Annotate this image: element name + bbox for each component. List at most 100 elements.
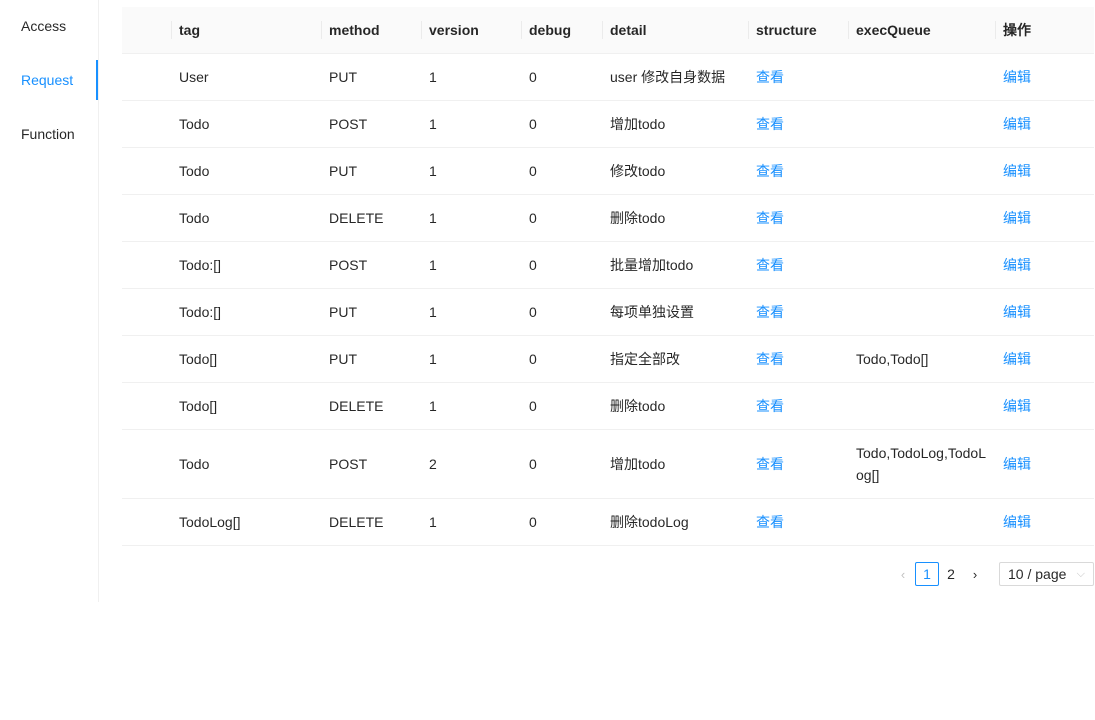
chevron-right-icon[interactable]: › — [963, 562, 987, 586]
cell-tag: Todo — [179, 210, 210, 226]
cell-method: PUT — [329, 69, 357, 85]
row-spacer — [122, 288, 171, 336]
view-structure-link[interactable]: 查看 — [756, 257, 784, 273]
sidebar-menu: Access Request Function — [0, 0, 99, 602]
sidebar-item-request[interactable]: Request — [0, 60, 98, 100]
view-structure-link[interactable]: 查看 — [756, 69, 784, 85]
page-2-button[interactable]: 2 — [939, 562, 963, 586]
view-structure-link[interactable]: 查看 — [756, 304, 784, 320]
cell-exec-queue-cell — [848, 194, 995, 242]
cell-method-cell: PUT — [321, 53, 421, 101]
view-structure-link[interactable]: 查看 — [756, 398, 784, 414]
edit-link[interactable]: 编辑 — [1003, 304, 1031, 320]
cell-detail: 增加todo — [610, 456, 666, 472]
edit-link[interactable]: 编辑 — [1003, 456, 1031, 472]
cell-tag: Todo — [179, 116, 210, 132]
cell-version-cell: 1 — [421, 288, 521, 336]
cell-method-cell: DELETE — [321, 194, 421, 242]
sidebar-item-function[interactable]: Function — [0, 114, 97, 154]
edit-link[interactable]: 编辑 — [1003, 514, 1031, 530]
edit-link[interactable]: 编辑 — [1003, 69, 1031, 85]
cell-tag-cell: Todo — [171, 429, 321, 499]
view-structure-link[interactable]: 查看 — [756, 514, 784, 530]
cell-debug-cell: 0 — [521, 100, 602, 148]
sidebar-item-access[interactable]: Access — [0, 6, 97, 46]
view-structure-cell: 查看 — [748, 194, 848, 242]
edit-cell: 编辑 — [995, 382, 1094, 430]
view-structure-link[interactable]: 查看 — [756, 116, 784, 132]
cell-detail: 删除todo — [610, 398, 666, 414]
cell-detail-cell: 删除todoLog — [602, 498, 748, 546]
table-row: Todo DELETE 1 0 删除todo 查看 编辑 — [122, 194, 1094, 242]
cell-method: POST — [329, 456, 368, 472]
table-row: Todo PUT 1 0 修改todo 查看 编辑 — [122, 147, 1094, 195]
header-tag[interactable]: tag — [171, 7, 321, 54]
cell-method-cell: PUT — [321, 288, 421, 336]
header-exec-queue[interactable]: execQueue — [848, 7, 995, 54]
chevron-left-icon[interactable]: ‹ — [891, 562, 915, 586]
edit-link[interactable]: 编辑 — [1003, 163, 1031, 179]
cell-exec-queue-cell — [848, 498, 995, 546]
cell-version-cell: 1 — [421, 241, 521, 289]
header-version[interactable]: version — [421, 7, 521, 54]
view-structure-cell: 查看 — [748, 241, 848, 289]
view-structure-link[interactable]: 查看 — [756, 351, 784, 367]
header-detail[interactable]: detail — [602, 7, 748, 54]
view-structure-cell: 查看 — [748, 147, 848, 195]
cell-method-cell: POST — [321, 429, 421, 499]
cell-version: 1 — [429, 210, 437, 226]
cell-version: 1 — [429, 163, 437, 179]
edit-link[interactable]: 编辑 — [1003, 351, 1031, 367]
page-size-select[interactable]: 10 / page ⌵ — [999, 562, 1094, 586]
cell-method: PUT — [329, 351, 357, 367]
cell-exec-queue: Todo,TodoLog,TodoLog[] — [856, 445, 986, 483]
cell-version: 1 — [429, 351, 437, 367]
view-structure-link[interactable]: 查看 — [756, 210, 784, 226]
cell-detail: user 修改自身数据 — [610, 69, 726, 85]
header-method[interactable]: method — [321, 7, 421, 54]
cell-tag: Todo:[] — [179, 304, 222, 320]
cell-debug: 0 — [529, 257, 537, 273]
request-table: tag method version debug detail structur… — [122, 7, 1094, 546]
cell-version-cell: 1 — [421, 194, 521, 242]
edit-cell: 编辑 — [995, 53, 1094, 101]
edit-link[interactable]: 编辑 — [1003, 210, 1031, 226]
table-row: Todo:[] POST 1 0 批量增加todo 查看 编辑 — [122, 241, 1094, 289]
row-spacer — [122, 382, 171, 430]
cell-debug: 0 — [529, 210, 537, 226]
cell-method: PUT — [329, 304, 357, 320]
header-structure[interactable]: structure — [748, 7, 848, 54]
row-spacer — [122, 194, 171, 242]
cell-detail: 删除todoLog — [610, 514, 689, 530]
edit-cell: 编辑 — [995, 147, 1094, 195]
header-debug[interactable]: debug — [521, 7, 602, 54]
table-row: Todo[] PUT 1 0 指定全部改 查看 Todo,Todo[] 编辑 — [122, 335, 1094, 383]
edit-link[interactable]: 编辑 — [1003, 398, 1031, 414]
cell-debug-cell: 0 — [521, 382, 602, 430]
view-structure-cell: 查看 — [748, 53, 848, 101]
page-1-button[interactable]: 1 — [915, 562, 939, 586]
cell-exec-queue-cell — [848, 288, 995, 336]
row-spacer — [122, 241, 171, 289]
cell-detail-cell: 指定全部改 — [602, 335, 748, 383]
cell-exec-queue-cell — [848, 53, 995, 101]
cell-debug: 0 — [529, 351, 537, 367]
cell-method: POST — [329, 257, 368, 273]
cell-tag-cell: TodoLog[] — [171, 498, 321, 546]
cell-version-cell: 1 — [421, 335, 521, 383]
row-spacer — [122, 335, 171, 383]
cell-detail-cell: 增加todo — [602, 100, 748, 148]
view-structure-link[interactable]: 查看 — [756, 456, 784, 472]
cell-detail-cell: user 修改自身数据 — [602, 53, 748, 101]
cell-debug-cell: 0 — [521, 241, 602, 289]
edit-link[interactable]: 编辑 — [1003, 257, 1031, 273]
view-structure-link[interactable]: 查看 — [756, 163, 784, 179]
request-table-container: tag method version debug detail structur… — [122, 7, 1094, 546]
cell-exec-queue-cell — [848, 382, 995, 430]
cell-tag-cell: Todo:[] — [171, 241, 321, 289]
header-spacer — [122, 7, 171, 54]
row-spacer — [122, 100, 171, 148]
cell-detail-cell: 修改todo — [602, 147, 748, 195]
edit-link[interactable]: 编辑 — [1003, 116, 1031, 132]
edit-cell: 编辑 — [995, 100, 1094, 148]
